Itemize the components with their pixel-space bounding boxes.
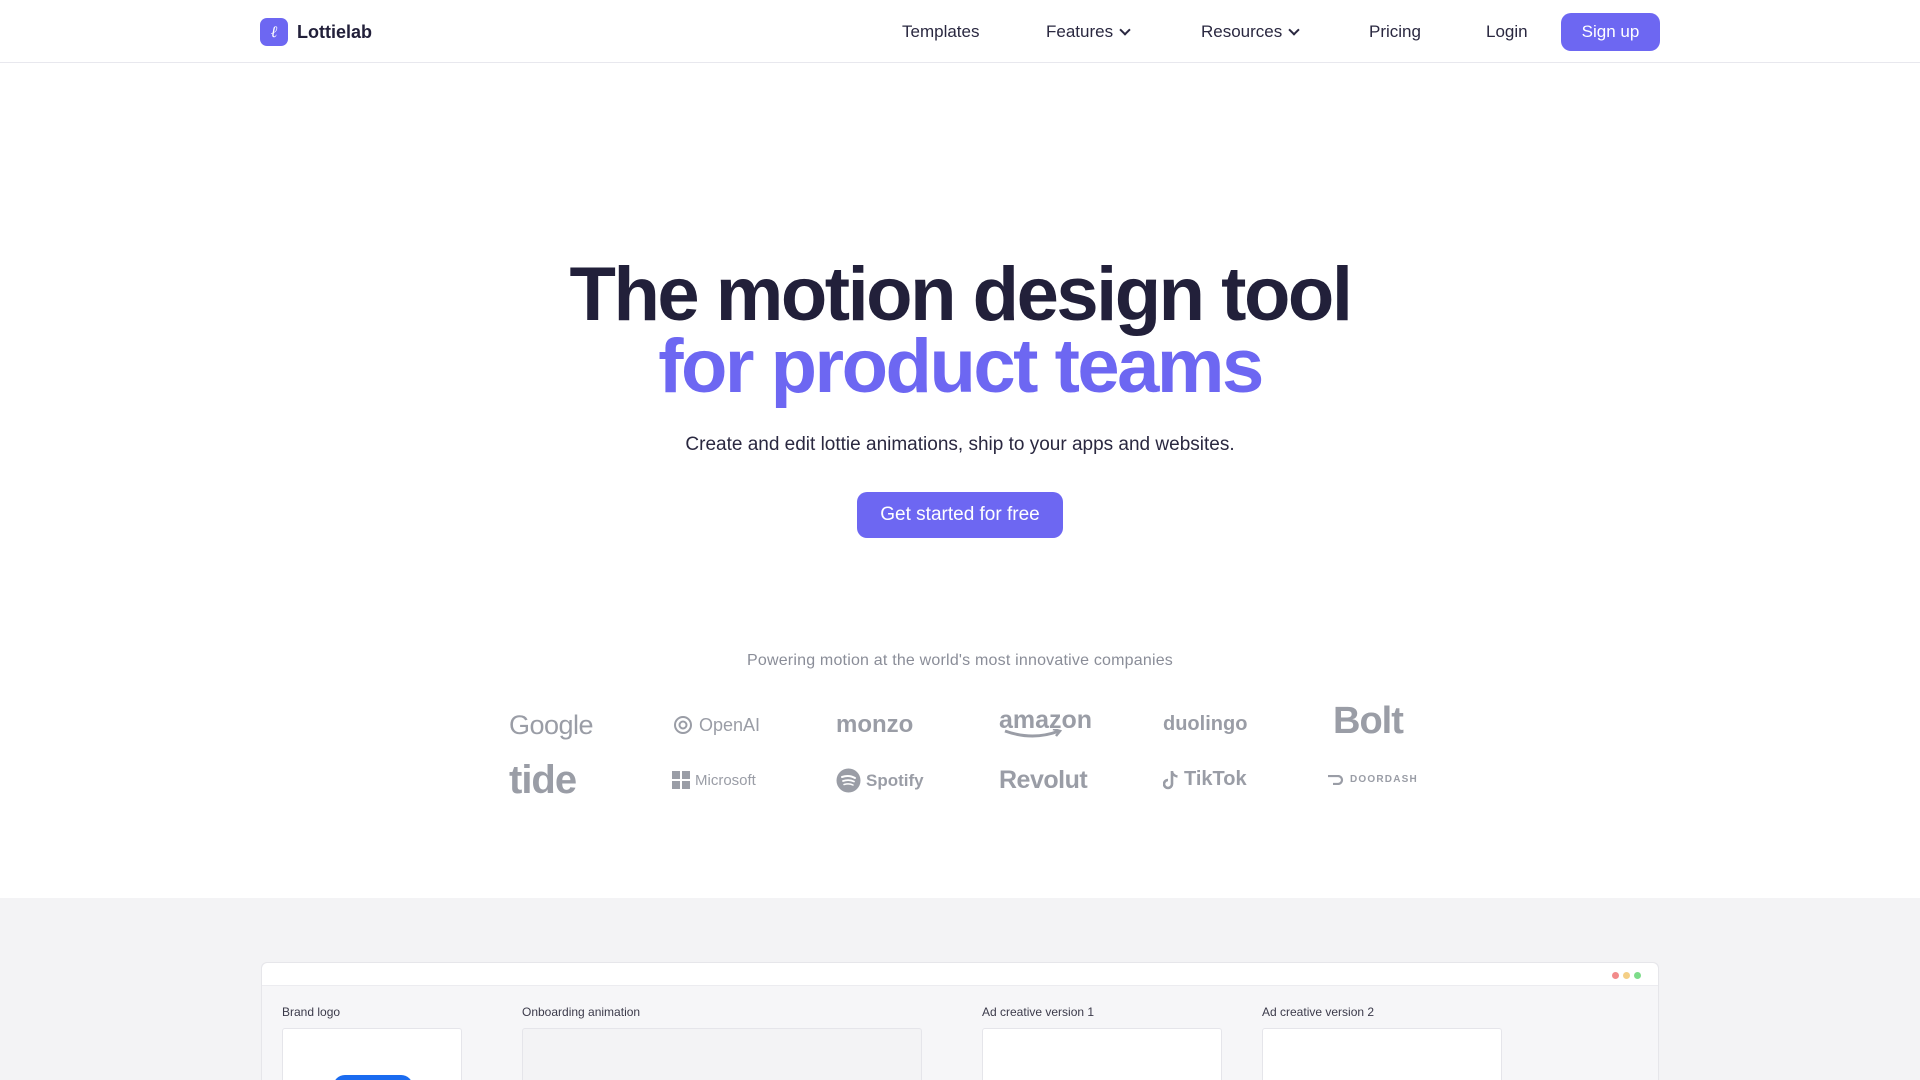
revolut-logo: Revolut — [999, 766, 1088, 794]
amazon-smile-icon — [1004, 729, 1063, 738]
nav-link-resources[interactable]: Resources — [1201, 22, 1300, 42]
frame-label-brand-logo: Brand logo — [282, 1005, 341, 1019]
nav-link-label: Templates — [902, 22, 980, 41]
frame-label-ad2: Ad creative version 2 — [1262, 1005, 1375, 1019]
microsoft-logo: Microsoft — [672, 771, 756, 789]
minimize-dot-icon — [1623, 972, 1630, 979]
lottielab-logo-icon: ℓ — [260, 18, 288, 46]
signup-button[interactable]: Sign up — [1561, 13, 1660, 51]
doordash-icon — [1328, 774, 1344, 785]
openai-logo: OpenAI — [672, 714, 760, 736]
editor-preview-window: Brand logo Onboarding animation Ad creat… — [261, 962, 1659, 1080]
tiktok-icon — [1163, 770, 1178, 789]
nav-link-features[interactable]: Features — [1046, 22, 1131, 42]
close-dot-icon — [1612, 972, 1619, 979]
spotify-icon — [836, 768, 861, 793]
amazon-logo: amazon — [999, 706, 1092, 738]
doordash-logo: DOORDASH — [1327, 774, 1418, 785]
top-nav: ℓ Lottielab Templates Features Resources… — [0, 0, 1920, 63]
brand-name: Lottielab — [297, 21, 372, 42]
frame-label-ad1: Ad creative version 1 — [982, 1005, 1095, 1019]
maximize-dot-icon — [1634, 972, 1641, 979]
nav-link-login[interactable]: Login — [1486, 22, 1528, 42]
bolt-logo: Bolt — [1333, 700, 1404, 742]
nav-link-label: Features — [1046, 22, 1114, 41]
frame-ad-creative-2[interactable] — [1262, 1028, 1502, 1080]
openai-icon — [674, 716, 692, 734]
nav-link-pricing[interactable]: Pricing — [1369, 22, 1421, 42]
get-started-button[interactable]: Get started for free — [857, 492, 1063, 538]
nav-link-label: Login — [1486, 22, 1528, 41]
frame-label-onboarding: Onboarding animation — [522, 1005, 641, 1019]
window-titlebar — [262, 963, 1658, 986]
hero-title-line2: for product teams — [658, 324, 1264, 409]
tide-logo: tide — [509, 758, 577, 802]
frame-ad-creative-1[interactable] — [982, 1028, 1222, 1080]
nav-link-label: Pricing — [1369, 22, 1421, 41]
spotify-logo: Spotify — [836, 768, 924, 793]
brand-logo-shape — [333, 1075, 413, 1080]
tiktok-logo: TikTok — [1163, 768, 1247, 791]
monzo-logo: monzo — [836, 711, 914, 738]
hero-subtitle: Create and edit lottie animations, ship … — [685, 434, 1235, 455]
google-logo: Google — [509, 710, 594, 740]
nav-link-label: Resources — [1201, 22, 1283, 41]
frame-brand-logo[interactable] — [282, 1028, 462, 1080]
chevron-down-icon — [1288, 24, 1300, 36]
microsoft-icon — [672, 771, 690, 789]
nav-link-templates[interactable]: Templates — [902, 22, 979, 42]
duolingo-logo: duolingo — [1163, 713, 1248, 735]
brand-logo-link[interactable]: ℓ Lottielab — [260, 18, 372, 46]
frame-onboarding-animation[interactable] — [522, 1028, 922, 1080]
chevron-down-icon — [1119, 24, 1131, 36]
customers-heading: Powering motion at the world's most inno… — [746, 652, 1173, 669]
